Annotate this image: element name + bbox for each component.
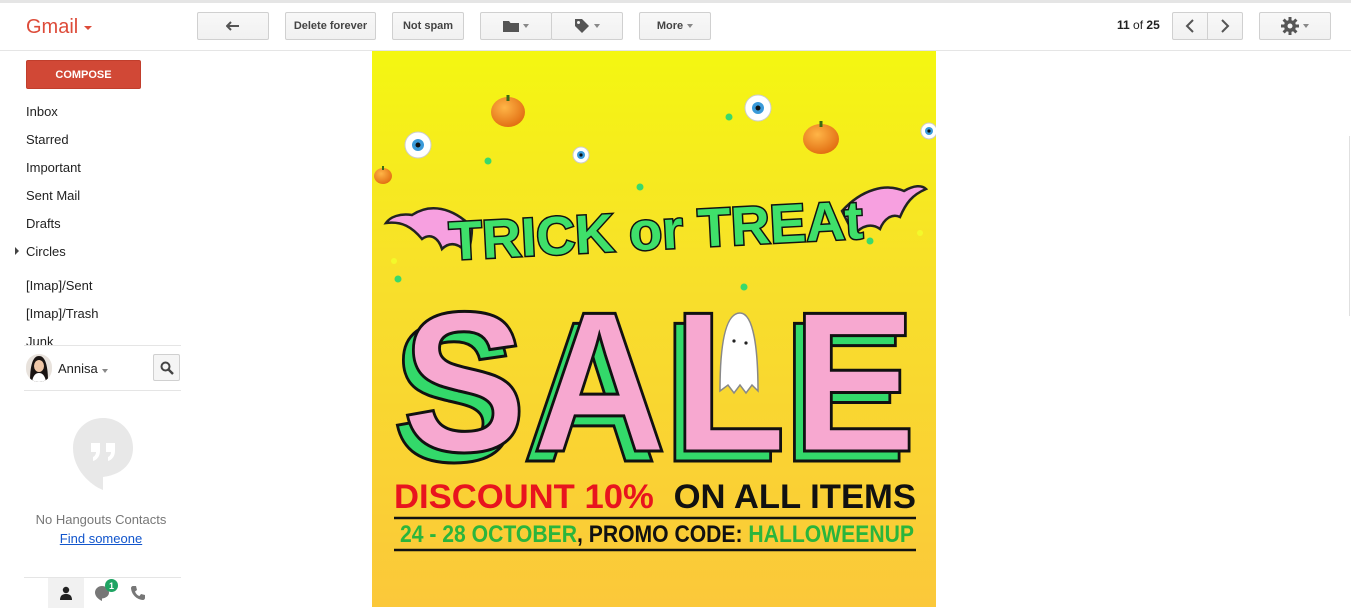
headline-trick-or-treat: TRICK or TREAt bbox=[448, 190, 865, 272]
promo-code: HALLOWEENUP bbox=[748, 521, 914, 548]
gear-icon bbox=[1281, 17, 1299, 35]
person-icon bbox=[60, 586, 72, 600]
expand-triangle-icon[interactable] bbox=[15, 247, 19, 255]
sidebar-item-imap-sent[interactable]: [Imap]/Sent bbox=[26, 278, 92, 293]
older-button[interactable] bbox=[1207, 12, 1243, 40]
promo-prefix: , PROMO CODE: bbox=[577, 521, 748, 548]
label-icon bbox=[575, 19, 589, 33]
app-title: Gmail bbox=[26, 16, 79, 38]
folder-icon bbox=[503, 21, 519, 32]
eyeball-icon bbox=[404, 94, 936, 164]
headline-sale: SALE bbox=[402, 271, 922, 494]
sidebar-item-inbox[interactable]: Inbox bbox=[26, 104, 58, 119]
sidebar-item-starred[interactable]: Starred bbox=[26, 132, 69, 147]
pager-total: 25 bbox=[1146, 18, 1160, 32]
chevron-down-icon bbox=[101, 369, 108, 373]
toolbar: Gmail Delete forever Not spam More 11 of… bbox=[0, 3, 1351, 51]
chevron-down-icon bbox=[594, 24, 600, 28]
sidebar-item-important[interactable]: Important bbox=[26, 160, 81, 175]
tab-calls[interactable] bbox=[120, 578, 156, 608]
search-icon bbox=[160, 361, 174, 375]
chevron-down-icon bbox=[84, 25, 93, 30]
user-menu[interactable]: Annisa bbox=[58, 361, 108, 376]
discount-red-text: DISCOUNT 10% bbox=[394, 478, 654, 516]
halloween-sale-graphic: TRICK or TREAt SALE SALE DISCOUNT 10% ON… bbox=[374, 94, 936, 552]
sidebar-item-junk[interactable]: Junk bbox=[26, 334, 53, 345]
app-switcher[interactable]: Gmail bbox=[26, 16, 93, 39]
chevron-right-icon bbox=[1221, 19, 1230, 33]
labels-button[interactable] bbox=[551, 12, 623, 40]
hangouts-icon bbox=[72, 417, 134, 496]
not-spam-button[interactable]: Not spam bbox=[392, 12, 464, 40]
chevron-left-icon bbox=[1185, 19, 1194, 33]
left-sidebar: COMPOSE Inbox Starred Important Sent Mai… bbox=[0, 51, 195, 608]
pager-of: of bbox=[1133, 18, 1144, 32]
back-arrow-icon bbox=[226, 21, 239, 31]
pager-current: 11 bbox=[1117, 18, 1130, 32]
chevron-down-icon bbox=[687, 24, 694, 28]
no-hangouts-text: No Hangouts Contacts bbox=[35, 512, 167, 527]
pager-count: 11 of 25 bbox=[1117, 18, 1160, 32]
divider bbox=[24, 390, 181, 391]
search-people-button[interactable] bbox=[153, 354, 180, 381]
discount-black-text: ON ALL ITEMS bbox=[674, 478, 916, 516]
email-banner-image: TRICK or TREAt SALE SALE DISCOUNT 10% ON… bbox=[372, 51, 936, 607]
user-name: Annisa bbox=[58, 361, 98, 376]
delete-forever-button[interactable]: Delete forever bbox=[285, 12, 376, 40]
sidebar-clip: Junk bbox=[0, 331, 195, 345]
promo-dates: 24 - 28 OCTOBER bbox=[400, 521, 577, 548]
newer-button[interactable] bbox=[1172, 12, 1208, 40]
settings-button[interactable] bbox=[1259, 12, 1331, 40]
hangouts-badge: 1 bbox=[105, 579, 118, 592]
sidebar-item-imap-trash[interactable]: [Imap]/Trash bbox=[26, 306, 98, 321]
scrollbar-thumb[interactable] bbox=[1349, 136, 1350, 316]
find-someone-link[interactable]: Find someone bbox=[26, 531, 176, 546]
discount-line: DISCOUNT 10% ON ALL ITEMS bbox=[394, 478, 916, 516]
more-button[interactable]: More bbox=[639, 12, 711, 40]
avatar[interactable] bbox=[26, 354, 52, 382]
divider bbox=[24, 345, 181, 346]
promo-line: 24 - 28 OCTOBER, PROMO CODE: HALLOWEENUP bbox=[400, 521, 914, 548]
sidebar-item-drafts[interactable]: Drafts bbox=[26, 216, 61, 231]
phone-icon bbox=[131, 586, 145, 600]
tab-contacts[interactable] bbox=[48, 578, 84, 608]
sidebar-item-sent-mail[interactable]: Sent Mail bbox=[26, 188, 80, 203]
move-to-button[interactable] bbox=[480, 12, 552, 40]
scrollbar[interactable] bbox=[1345, 51, 1351, 607]
chevron-down-icon bbox=[523, 24, 529, 28]
back-button[interactable] bbox=[197, 12, 269, 40]
sidebar-item-circles[interactable]: Circles bbox=[26, 244, 66, 259]
compose-button[interactable]: COMPOSE bbox=[26, 60, 141, 89]
chevron-down-icon bbox=[1303, 24, 1309, 28]
more-label: More bbox=[656, 20, 684, 32]
